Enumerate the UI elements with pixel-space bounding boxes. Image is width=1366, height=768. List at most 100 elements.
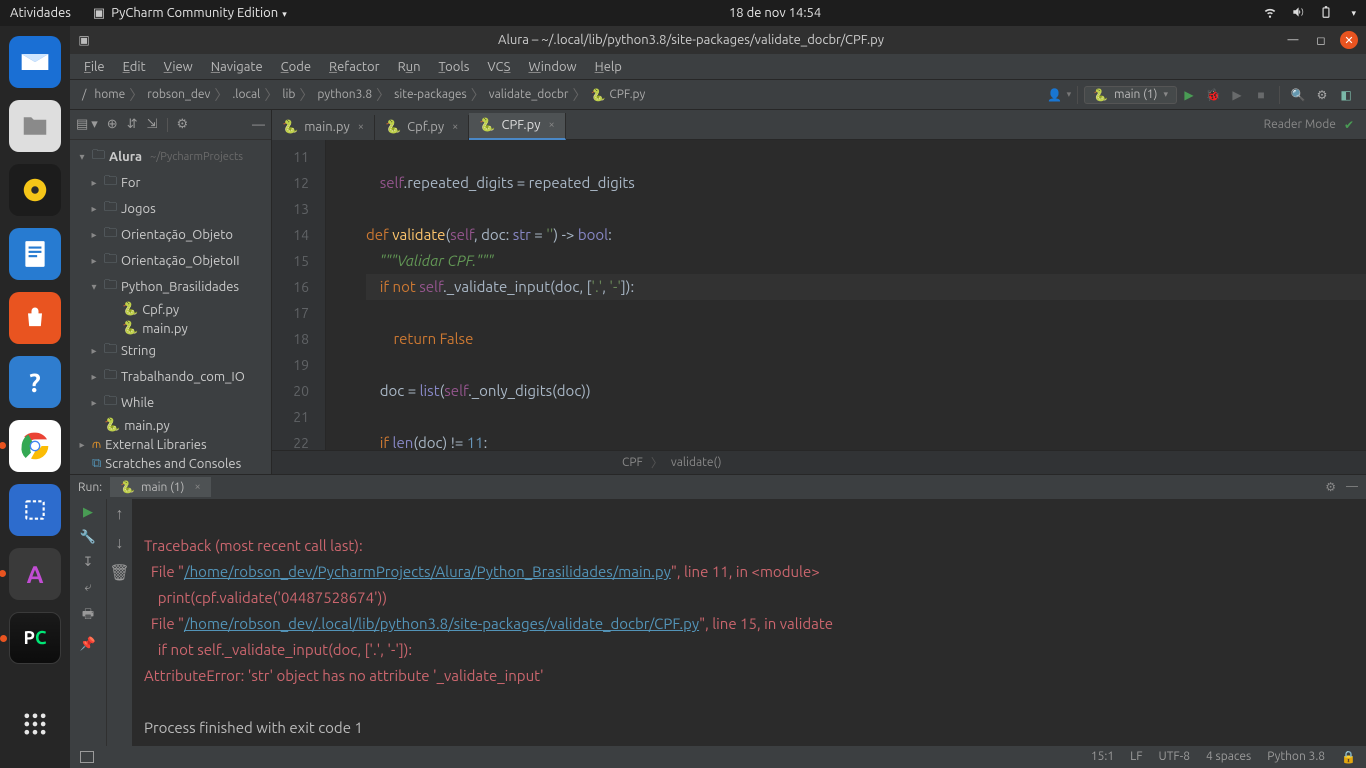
breadcrumb-item[interactable]: site-packages: [390, 88, 471, 101]
stacktrace-link[interactable]: /home/robson_dev/PycharmProjects/Alura/P…: [184, 563, 671, 580]
menu-code[interactable]: Code: [273, 58, 319, 76]
tree-file[interactable]: 🐍main.py: [70, 319, 271, 338]
down-stack-icon[interactable]: ↓: [116, 534, 124, 553]
inspections-ok-icon[interactable]: ✔: [1344, 118, 1354, 132]
tree-file[interactable]: 🐍main.py: [70, 416, 271, 435]
editor-tab[interactable]: 🐍Cpf.py×: [375, 115, 469, 140]
caret-position[interactable]: 15:1: [1091, 750, 1114, 764]
stop-button[interactable]: ■: [1250, 84, 1272, 106]
menu-window[interactable]: Window: [520, 58, 584, 76]
interpreter[interactable]: Python 3.8: [1267, 750, 1325, 764]
editor-tab-active[interactable]: 🐍CPF.py×: [469, 113, 565, 140]
menu-help[interactable]: Help: [587, 58, 630, 76]
close-button[interactable]: ✕: [1340, 31, 1358, 49]
dock-software[interactable]: [9, 292, 61, 344]
line-separator[interactable]: LF: [1130, 750, 1142, 764]
breadcrumb-root[interactable]: /: [78, 88, 90, 101]
file-encoding[interactable]: UTF-8: [1159, 750, 1190, 764]
tree-folder[interactable]: ▸🗀Orientação_ObjetoII: [70, 248, 271, 274]
stacktrace-link[interactable]: /home/robson_dev/.local/lib/python3.8/si…: [184, 615, 699, 632]
indent-setting[interactable]: 4 spaces: [1206, 750, 1251, 764]
battery-icon[interactable]: [1319, 5, 1333, 22]
console-output[interactable]: Traceback (most recent call last): File …: [132, 499, 1366, 746]
menu-view[interactable]: View: [156, 58, 201, 76]
dock-rhythmbox[interactable]: [9, 164, 61, 216]
project-root[interactable]: ▾🗀Alura~/PycharmProjects: [70, 144, 271, 170]
close-tab-icon[interactable]: ×: [358, 121, 364, 133]
menu-refactor[interactable]: Refactor: [321, 58, 388, 76]
soft-wrap-icon[interactable]: ⤶: [84, 580, 91, 595]
close-tab-icon[interactable]: ×: [452, 121, 458, 133]
tree-folder[interactable]: ▸🗀String: [70, 338, 271, 364]
coverage-button[interactable]: ▶: [1226, 84, 1248, 106]
dock-libreoffice-writer[interactable]: [9, 228, 61, 280]
dock-chrome[interactable]: [9, 420, 61, 472]
breadcrumb-item[interactable]: lib: [278, 88, 299, 101]
current-app-menu[interactable]: ▣PyCharm Community Edition▾: [93, 6, 287, 21]
code-content[interactable]: self.repeated_digits = repeated_digits d…: [326, 140, 1366, 450]
scroll-to-end-icon[interactable]: ↧: [83, 555, 94, 570]
add-user-icon[interactable]: 👤: [1044, 84, 1066, 106]
menu-file[interactable]: File: [76, 58, 113, 76]
breadcrumb-item[interactable]: validate_docbr: [485, 88, 573, 101]
tree-folder[interactable]: ▸🗀Trabalhando_com_IO: [70, 364, 271, 390]
settings-icon[interactable]: ⚙: [1311, 84, 1333, 106]
editor-tab[interactable]: 🐍main.py×: [272, 115, 375, 140]
tree-folder-open[interactable]: ▾🗀Python_Brasilidades: [70, 274, 271, 300]
select-open-file-icon[interactable]: ⊕: [107, 117, 118, 132]
expand-all-icon[interactable]: ⇵: [127, 117, 138, 132]
dock-apps-grid[interactable]: [9, 698, 61, 750]
run-button[interactable]: ▶: [1178, 84, 1200, 106]
project-view-selector[interactable]: ▤ ▾: [76, 117, 98, 132]
project-settings-icon[interactable]: ⚙: [177, 117, 189, 132]
breadcrumb-item[interactable]: python3.8: [313, 88, 376, 101]
run-tab[interactable]: 🐍main (1)×: [110, 477, 211, 497]
menu-run[interactable]: Run: [390, 58, 429, 76]
menu-tools[interactable]: Tools: [431, 58, 478, 76]
breadcrumb-item[interactable]: robson_dev: [143, 88, 214, 101]
activities-button[interactable]: Atividades: [10, 6, 71, 20]
breadcrumb-item[interactable]: home: [90, 88, 129, 101]
volume-icon[interactable]: [1291, 5, 1305, 22]
system-menu-chevron-icon[interactable]: ▾: [1351, 8, 1356, 19]
pin-icon[interactable]: 📌: [80, 637, 96, 652]
rerun-icon[interactable]: ▶: [83, 505, 93, 520]
clear-icon[interactable]: 🗑: [109, 563, 129, 582]
lock-icon[interactable]: 🔒: [1341, 750, 1356, 764]
learn-icon[interactable]: ◧: [1335, 84, 1357, 106]
tree-folder[interactable]: ▸🗀Jogos: [70, 196, 271, 222]
close-tab-icon[interactable]: ×: [548, 119, 554, 131]
print-icon[interactable]: 🖶: [82, 605, 94, 627]
clock[interactable]: 18 de nov 14:54: [287, 6, 1264, 20]
menu-vcs[interactable]: VCS: [479, 58, 518, 76]
run-config-selector[interactable]: 🐍main (1)▾: [1084, 86, 1177, 104]
breadcrumb-file[interactable]: 🐍 CPF.py: [586, 88, 649, 102]
scratches-consoles[interactable]: ⧉Scratches and Consoles: [70, 454, 271, 473]
hide-tool-window-icon[interactable]: —: [252, 118, 265, 132]
maximize-button[interactable]: ◻: [1312, 31, 1330, 49]
dock-screenshot[interactable]: [9, 484, 61, 536]
tree-folder[interactable]: ▸🗀For: [70, 170, 271, 196]
tool-windows-quick-access-icon[interactable]: [80, 751, 94, 763]
dock-updates[interactable]: A: [9, 548, 61, 600]
reader-mode-label[interactable]: Reader Mode: [1264, 118, 1336, 131]
wifi-icon[interactable]: [1263, 5, 1277, 22]
debug-button[interactable]: 🐞: [1202, 84, 1224, 106]
dock-files[interactable]: [9, 100, 61, 152]
window-titlebar[interactable]: ▣ Alura – ~/.local/lib/python3.8/site-pa…: [70, 26, 1366, 54]
collapse-all-icon[interactable]: ⇲: [147, 117, 158, 132]
search-icon[interactable]: 🔍: [1287, 84, 1309, 106]
breadcrumb-class[interactable]: CPF: [622, 456, 643, 469]
run-settings-icon[interactable]: ⚙: [1325, 480, 1336, 494]
tree-folder[interactable]: ▸🗀Orientação_Objeto: [70, 222, 271, 248]
minimize-button[interactable]: —: [1284, 31, 1302, 49]
tree-folder[interactable]: ▸🗀While: [70, 390, 271, 416]
up-stack-icon[interactable]: ↑: [116, 505, 124, 524]
menu-navigate[interactable]: Navigate: [203, 58, 271, 76]
breadcrumb-function[interactable]: validate(): [671, 456, 722, 469]
dock-thunderbird[interactable]: [9, 36, 61, 88]
menu-edit[interactable]: Edit: [115, 58, 154, 76]
breadcrumb-item[interactable]: .local: [228, 88, 264, 101]
tree-file[interactable]: 🐍Cpf.py: [70, 300, 271, 319]
dock-help[interactable]: ?: [9, 356, 61, 408]
